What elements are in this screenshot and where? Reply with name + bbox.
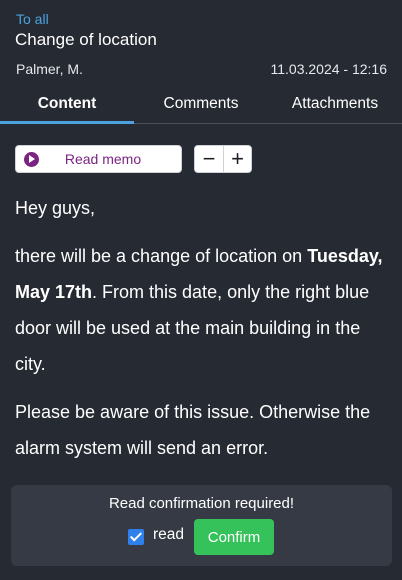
play-icon (24, 151, 39, 167)
read-confirmation-panel: Read confirmation required! read Confirm (11, 485, 392, 566)
read-memo-button[interactable]: Read memo (15, 145, 182, 173)
decrease-font-button[interactable]: − (195, 146, 223, 172)
message-subject: Change of location (15, 30, 157, 49)
font-size-controls: − + (194, 145, 252, 173)
message-datetime: 11.03.2024 - 12:16 (270, 61, 387, 77)
read-checkbox[interactable] (128, 529, 144, 545)
tab-comments[interactable]: Comments (134, 84, 268, 123)
read-checkbox-label[interactable]: read (153, 526, 184, 544)
recipient-label: To all (16, 11, 49, 27)
read-memo-label: Read memo (64, 151, 142, 167)
tab-attachments[interactable]: Attachments (268, 84, 402, 123)
confirm-button[interactable]: Confirm (194, 519, 274, 555)
tab-content[interactable]: Content (0, 84, 134, 124)
increase-font-button[interactable]: + (223, 146, 251, 172)
message-text: there will be a change of location on (15, 246, 308, 266)
message-paragraph: Please be aware of this issue. Otherwise… (15, 402, 371, 458)
author-name: Palmer, M. (16, 61, 83, 77)
message-paragraph: there will be a change of location on Tu… (15, 238, 395, 382)
message-body: Hey guys, there will be a change of loca… (15, 190, 395, 478)
message-greeting: Hey guys, (15, 198, 96, 218)
message-view: To all Change of location Palmer, M. 11.… (0, 0, 402, 580)
tab-bar: Content Comments Attachments (0, 84, 402, 124)
confirmation-title: Read confirmation required! (108, 495, 295, 512)
